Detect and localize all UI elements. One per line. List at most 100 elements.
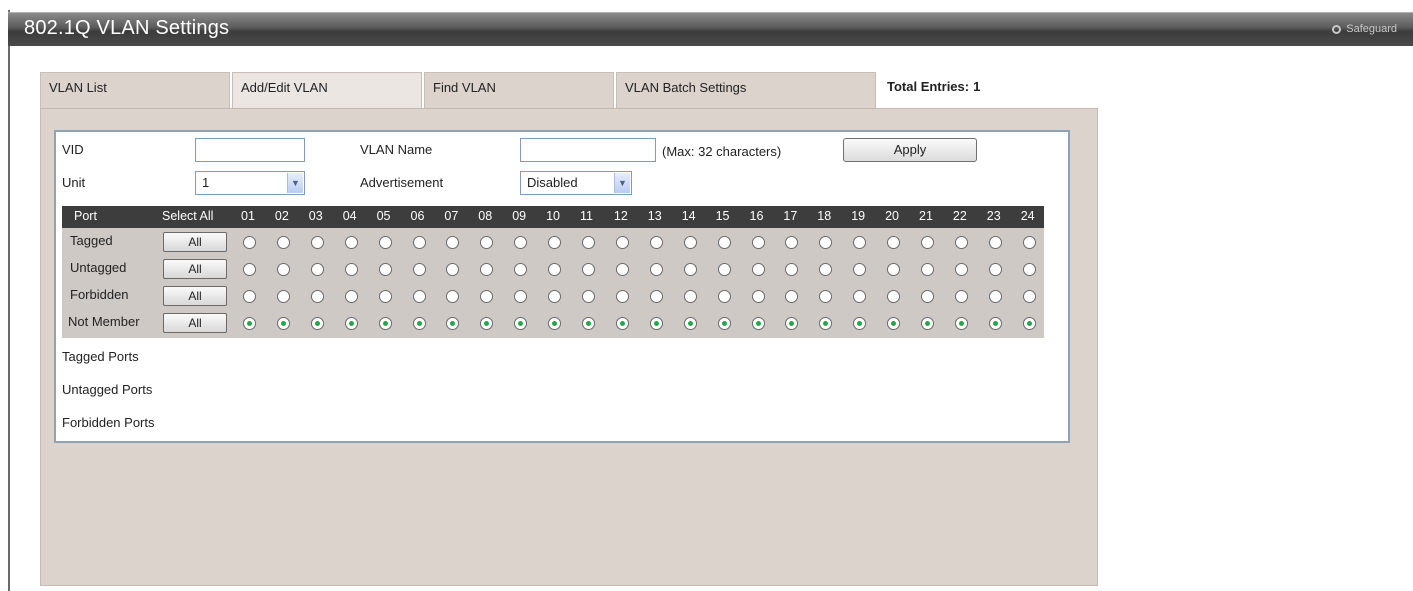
radio-untagged-port-05[interactable] [378, 263, 392, 276]
radio-tagged-port-02[interactable] [276, 236, 290, 249]
radio-untagged-port-01[interactable] [243, 263, 256, 276]
radio-tagged-port-15[interactable] [717, 236, 731, 249]
radio-not-member-port-03[interactable] [310, 317, 324, 330]
radio-untagged-port-07[interactable] [446, 263, 460, 276]
radio-tagged-port-16[interactable] [751, 236, 765, 249]
radio-tagged-port-17[interactable] [785, 236, 799, 249]
radio-untagged-port-16[interactable] [751, 263, 765, 276]
radio-untagged-port-22[interactable] [954, 263, 968, 276]
radio-forbidden-port-03[interactable] [310, 290, 324, 303]
radio-forbidden-port-04[interactable] [344, 290, 358, 303]
radio-not-member-port-18[interactable] [819, 317, 833, 330]
radio-not-member-port-06[interactable] [412, 317, 426, 330]
radio-untagged-port-20[interactable] [887, 263, 901, 276]
radio-not-member-port-20[interactable] [887, 317, 901, 330]
radio-forbidden-port-19[interactable] [853, 290, 867, 303]
tab-add-edit-vlan[interactable]: Add/Edit VLAN [232, 72, 422, 108]
radio-untagged-port-09[interactable] [514, 263, 528, 276]
radio-tagged-port-03[interactable] [310, 236, 324, 249]
tab-find-vlan[interactable]: Find VLAN [424, 72, 614, 108]
radio-forbidden-port-23[interactable] [988, 290, 1002, 303]
radio-not-member-port-23[interactable] [988, 317, 1002, 330]
radio-untagged-port-15[interactable] [717, 263, 731, 276]
radio-not-member-port-01[interactable] [243, 317, 256, 330]
unit-select[interactable]: 1 ▼ [195, 171, 305, 195]
radio-tagged-port-10[interactable] [548, 236, 562, 249]
radio-forbidden-port-06[interactable] [412, 290, 426, 303]
radio-forbidden-port-20[interactable] [887, 290, 901, 303]
radio-not-member-port-10[interactable] [548, 317, 562, 330]
radio-forbidden-port-13[interactable] [649, 290, 663, 303]
radio-untagged-port-04[interactable] [344, 263, 358, 276]
radio-tagged-port-24[interactable] [1022, 236, 1036, 249]
radio-untagged-port-12[interactable] [615, 263, 629, 276]
radio-forbidden-port-12[interactable] [615, 290, 629, 303]
radio-not-member-port-07[interactable] [446, 317, 460, 330]
radio-not-member-port-17[interactable] [785, 317, 799, 330]
radio-not-member-port-22[interactable] [954, 317, 968, 330]
radio-untagged-port-18[interactable] [819, 263, 833, 276]
radio-not-member-port-24[interactable] [1022, 317, 1036, 330]
radio-forbidden-port-02[interactable] [276, 290, 290, 303]
radio-tagged-port-06[interactable] [412, 236, 426, 249]
radio-tagged-port-13[interactable] [649, 236, 663, 249]
radio-not-member-port-15[interactable] [717, 317, 731, 330]
radio-forbidden-port-14[interactable] [683, 290, 697, 303]
radio-untagged-port-19[interactable] [853, 263, 867, 276]
radio-untagged-port-17[interactable] [785, 263, 799, 276]
radio-tagged-port-07[interactable] [446, 236, 460, 249]
radio-untagged-port-10[interactable] [548, 263, 562, 276]
radio-not-member-port-02[interactable] [276, 317, 290, 330]
radio-forbidden-port-11[interactable] [582, 290, 595, 303]
radio-not-member-port-12[interactable] [615, 317, 629, 330]
radio-tagged-port-18[interactable] [819, 236, 833, 249]
vlan-name-input[interactable] [520, 138, 656, 162]
radio-untagged-port-06[interactable] [412, 263, 426, 276]
tab-vlan-batch-settings[interactable]: VLAN Batch Settings [616, 72, 876, 108]
radio-forbidden-port-17[interactable] [785, 290, 799, 303]
select-all-tagged-button[interactable]: All [163, 232, 227, 252]
radio-forbidden-port-15[interactable] [717, 290, 731, 303]
radio-untagged-port-02[interactable] [276, 263, 290, 276]
radio-forbidden-port-21[interactable] [921, 290, 934, 303]
radio-untagged-port-13[interactable] [649, 263, 663, 276]
radio-not-member-port-14[interactable] [683, 317, 697, 330]
radio-not-member-port-09[interactable] [514, 317, 528, 330]
radio-forbidden-port-07[interactable] [446, 290, 460, 303]
radio-tagged-port-04[interactable] [344, 236, 358, 249]
radio-untagged-port-21[interactable] [921, 263, 934, 276]
tab-vlan-list[interactable]: VLAN List [40, 72, 230, 108]
radio-forbidden-port-22[interactable] [954, 290, 968, 303]
radio-untagged-port-08[interactable] [480, 263, 494, 276]
radio-not-member-port-08[interactable] [480, 317, 494, 330]
radio-untagged-port-14[interactable] [683, 263, 697, 276]
vid-input[interactable] [195, 138, 305, 162]
radio-tagged-port-19[interactable] [853, 236, 867, 249]
radio-not-member-port-19[interactable] [853, 317, 867, 330]
radio-untagged-port-11[interactable] [582, 263, 595, 276]
select-all-forbidden-button[interactable]: All [163, 286, 227, 306]
radio-tagged-port-09[interactable] [514, 236, 528, 249]
radio-not-member-port-11[interactable] [582, 317, 595, 330]
radio-forbidden-port-10[interactable] [548, 290, 562, 303]
radio-untagged-port-24[interactable] [1022, 263, 1036, 276]
radio-tagged-port-14[interactable] [683, 236, 697, 249]
radio-tagged-port-20[interactable] [887, 236, 901, 249]
radio-untagged-port-03[interactable] [310, 263, 324, 276]
apply-button[interactable]: Apply [843, 138, 977, 162]
radio-not-member-port-21[interactable] [921, 317, 934, 330]
radio-tagged-port-23[interactable] [988, 236, 1002, 249]
select-all-untagged-button[interactable]: All [163, 259, 227, 279]
radio-tagged-port-01[interactable] [243, 236, 256, 249]
radio-not-member-port-13[interactable] [649, 317, 663, 330]
advertisement-select[interactable]: Disabled ▼ [520, 171, 632, 195]
radio-tagged-port-11[interactable] [582, 236, 595, 249]
radio-forbidden-port-09[interactable] [514, 290, 528, 303]
select-all-not-member-button[interactable]: All [163, 313, 227, 333]
radio-tagged-port-12[interactable] [615, 236, 629, 249]
radio-not-member-port-16[interactable] [751, 317, 765, 330]
radio-untagged-port-23[interactable] [988, 263, 1002, 276]
radio-forbidden-port-16[interactable] [751, 290, 765, 303]
radio-not-member-port-05[interactable] [378, 317, 392, 330]
radio-tagged-port-05[interactable] [378, 236, 392, 249]
